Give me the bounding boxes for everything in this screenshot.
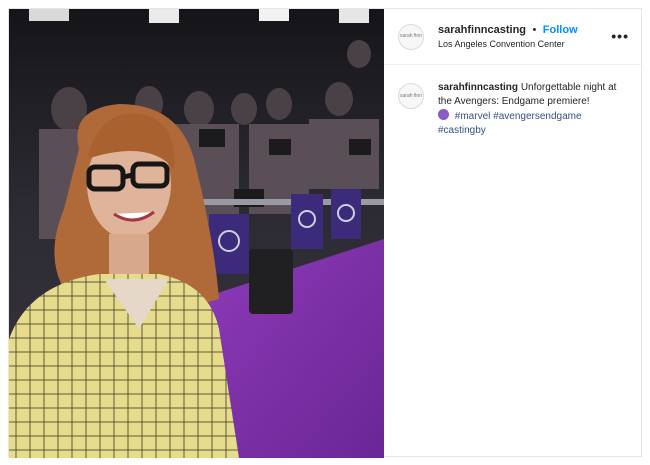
- location-link[interactable]: Los Angeles Convention Center: [438, 37, 578, 51]
- header-text: sarahfinncasting • Follow Los Angeles Co…: [438, 22, 578, 51]
- username-link[interactable]: sarahfinncasting: [438, 24, 526, 36]
- post-caption: sarah finn sarahfinncasting Unforgettabl…: [384, 65, 641, 138]
- hashtag-marvel[interactable]: #marvel: [455, 111, 491, 122]
- purple-fist-emoji-icon: [438, 109, 449, 120]
- hashtag-avengersendgame[interactable]: #avengersendgame: [493, 111, 581, 122]
- caption-avatar[interactable]: sarah finn: [398, 83, 424, 109]
- caption-text: sarahfinncasting Unforgettable night at …: [438, 81, 628, 138]
- hashtag-castingby[interactable]: #castingby: [438, 125, 486, 136]
- post-sidebar: sarah finn sarahfinncasting • Follow Los…: [384, 9, 641, 456]
- instagram-post: sarah finn sarahfinncasting • Follow Los…: [8, 8, 642, 458]
- avatar-logo-text: sarah finn: [400, 92, 422, 99]
- post-header: sarah finn sarahfinncasting • Follow Los…: [384, 9, 641, 65]
- header-separator: •: [532, 24, 537, 36]
- avatar-logo-text: sarah finn: [400, 33, 422, 39]
- post-photo[interactable]: [9, 9, 384, 458]
- caption-username[interactable]: sarahfinncasting: [438, 82, 518, 93]
- more-options-icon[interactable]: •••: [611, 28, 629, 44]
- premiere-photo-illustration: [9, 9, 384, 458]
- profile-avatar[interactable]: sarah finn: [398, 23, 424, 50]
- follow-button[interactable]: Follow: [543, 24, 578, 36]
